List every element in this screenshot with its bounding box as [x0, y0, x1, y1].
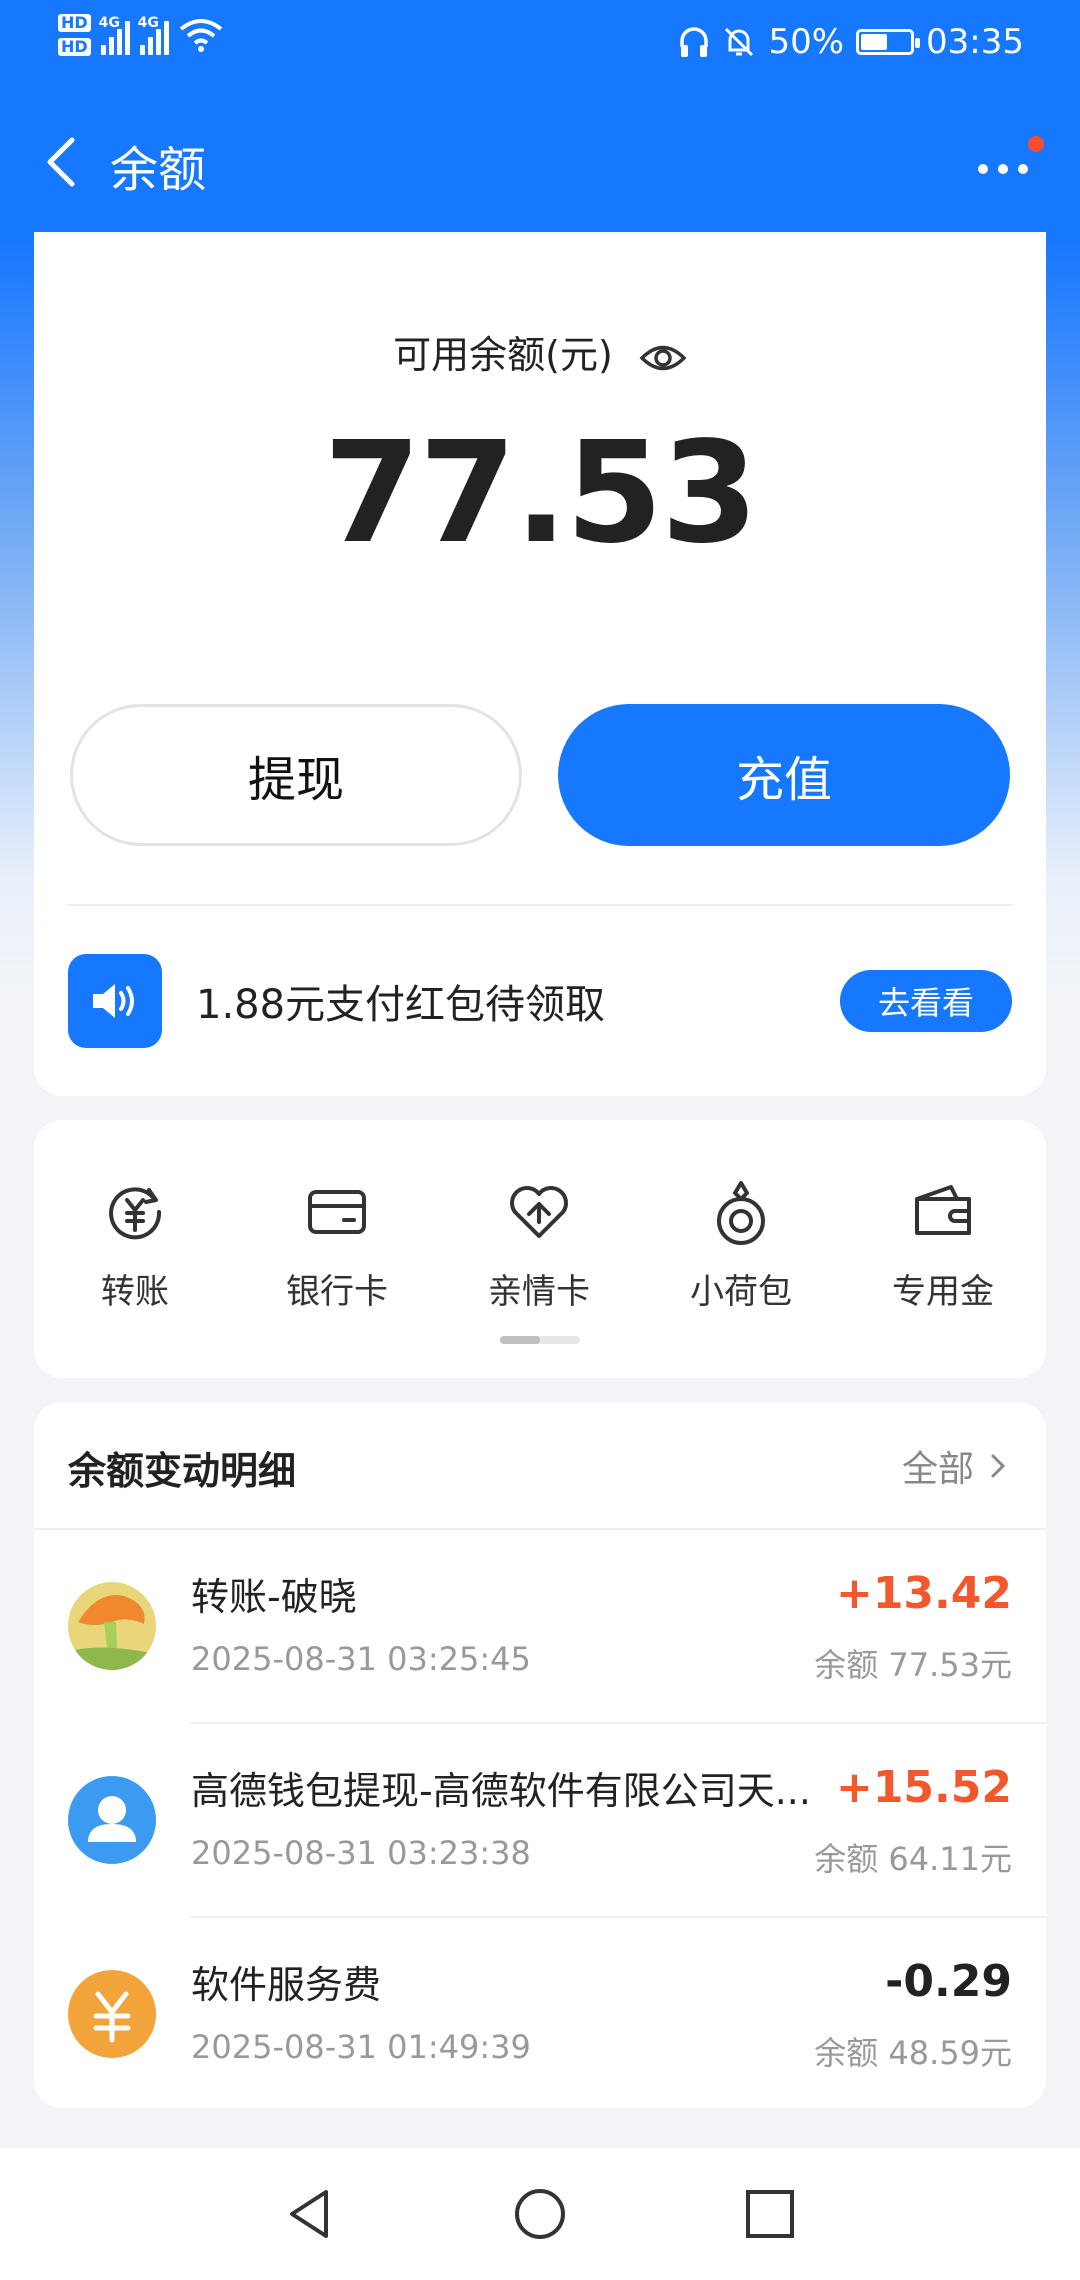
view-promo-button[interactable]: 去看看: [840, 970, 1012, 1032]
back-arrow-icon[interactable]: [38, 132, 90, 192]
transaction-row[interactable]: 转账-破晓 2025-08-31 03:25:45 +13.42 余额 77.5…: [34, 1530, 1046, 1724]
signal-icon-1: 4G: [98, 15, 130, 55]
service-label: 转账: [101, 1272, 169, 1312]
withdraw-button[interactable]: 提现: [70, 704, 522, 846]
services-card: 转账 银行卡 亲情卡 小荷包 专用金: [34, 1120, 1046, 1378]
transaction-balance: 余额 64.11元: [814, 1840, 1012, 1878]
small-pouch-icon: [717, 1181, 765, 1245]
network-type-2: 4G: [137, 15, 159, 31]
divider: [68, 904, 1012, 906]
transaction-amount: +13.42: [835, 1568, 1012, 1619]
battery-icon: [856, 29, 921, 55]
hd-badge-2: HD: [58, 38, 91, 56]
nav-back-icon[interactable]: [282, 2186, 338, 2242]
transfer-yuan-icon: [109, 1187, 162, 1240]
transaction-balance: 余额 77.53元: [814, 1646, 1012, 1684]
status-bar: HD HD 4G 4G 50% 03:35: [0, 0, 1080, 100]
transaction-name: 软件服务费: [191, 1963, 382, 2007]
service-label: 亲情卡: [488, 1272, 590, 1312]
balance-amount: 77.53: [323, 412, 759, 575]
bell-muted-icon: [725, 27, 754, 57]
bank-card-icon: [308, 1190, 366, 1234]
system-navigation-bar: [0, 2148, 1080, 2280]
transaction-time: 2025-08-31 03:25:45: [191, 1640, 531, 1678]
wifi-icon: [179, 19, 222, 52]
family-card-heart-icon: [510, 1186, 568, 1238]
default-user-avatar: [68, 1776, 156, 1864]
chevron-right-icon: [991, 1454, 1006, 1478]
headphones-icon: [680, 27, 709, 57]
eye-visibility-icon[interactable]: [639, 341, 687, 375]
service-transfer[interactable]: 转账: [34, 1176, 236, 1313]
balance-label: 可用余额(元): [393, 333, 613, 377]
transaction-name: 高德钱包提现-高德软件有限公司天...: [191, 1769, 811, 1813]
service-label: 小荷包: [690, 1272, 792, 1312]
view-all-label: 全部: [901, 1449, 974, 1490]
transaction-balance: 余额 48.59元: [814, 2034, 1012, 2072]
transaction-time: 2025-08-31 01:49:39: [191, 2028, 531, 2066]
photo-avatar: [68, 1582, 156, 1670]
transaction-time: 2025-08-31 03:23:38: [191, 1834, 531, 1872]
status-right: 50% 03:35: [678, 22, 1024, 62]
service-bank-card[interactable]: 银行卡: [236, 1176, 438, 1313]
balance-card: 可用余额(元) 77.53 提现 充值 1.88元支付红包待领取 去看看: [34, 232, 1046, 1096]
balance-details-card: 余额变动明细 全部 转账-破晓 2025-08-31 03:25:45 +13.…: [34, 1402, 1046, 2108]
wallet-icon: [915, 1185, 971, 1235]
transaction-amount: -0.29: [885, 1956, 1012, 2007]
top-app-bar: 余额: [0, 100, 1080, 230]
notification-dot: [1028, 136, 1044, 152]
promo-text[interactable]: 1.88元支付红包待领取: [196, 972, 605, 1030]
status-time: 03:35: [926, 22, 1024, 62]
transaction-name: 转账-破晓: [191, 1575, 357, 1619]
signal-icon-2: 4G: [137, 15, 169, 55]
service-small-pouch[interactable]: 小荷包: [640, 1176, 842, 1313]
balance-label-row: 可用余额(元): [34, 324, 1046, 379]
hd-badge-1: HD: [58, 14, 91, 32]
details-title: 余额变动明细: [68, 1449, 297, 1493]
service-label: 专用金: [892, 1272, 994, 1312]
transaction-amount: +15.52: [835, 1762, 1012, 1813]
status-left: HD HD 4G 4G: [58, 14, 223, 56]
speaker-icon: [68, 954, 162, 1048]
view-all-link[interactable]: 全部: [902, 1440, 1006, 1492]
nav-home-icon[interactable]: [512, 2186, 568, 2242]
service-family-card[interactable]: 亲情卡: [438, 1176, 640, 1313]
yuan-coin-avatar: [68, 1970, 156, 2058]
nav-recents-icon[interactable]: [742, 2186, 798, 2242]
more-dots-icon: [978, 164, 988, 174]
battery-percent: 50%: [768, 22, 845, 62]
transaction-row[interactable]: 软件服务费 2025-08-31 01:49:39 -0.29 余额 48.59…: [34, 1918, 1046, 2108]
page-indicator: [500, 1336, 580, 1344]
service-special-fund[interactable]: 专用金: [842, 1176, 1044, 1313]
more-options-button[interactable]: [974, 136, 1044, 196]
service-label: 银行卡: [286, 1272, 388, 1312]
network-type-1: 4G: [98, 15, 120, 31]
hd-indicators: HD HD: [58, 14, 91, 56]
page-title: 余额: [110, 142, 207, 198]
recharge-button[interactable]: 充值: [558, 704, 1010, 846]
transaction-row[interactable]: 高德钱包提现-高德软件有限公司天... 2025-08-31 03:23:38 …: [34, 1724, 1046, 1918]
